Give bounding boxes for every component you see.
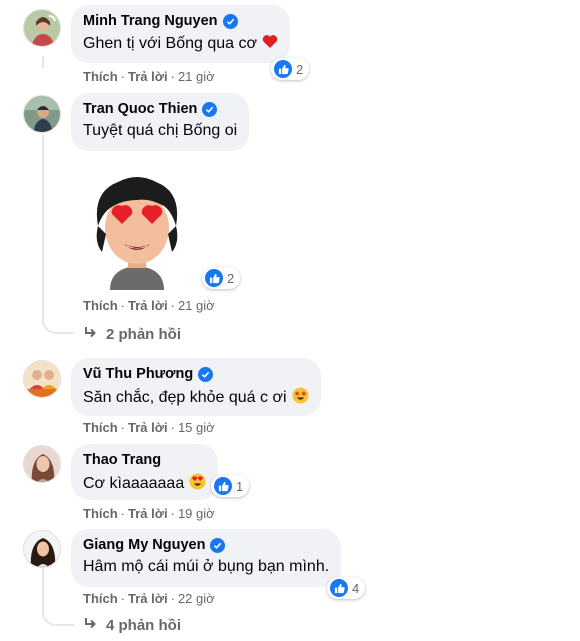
thread-connector: [42, 568, 74, 626]
reaction-number: 2: [227, 270, 235, 286]
like-link[interactable]: Thích: [83, 69, 118, 84]
comment-text: Tuyệt quá chị Bống oi: [83, 122, 238, 139]
reply-arrow-icon: [84, 617, 98, 634]
avatar[interactable]: [23, 445, 61, 483]
verified-badge-icon: [198, 366, 214, 382]
comment-text: Cơ kìaaaaaaa: [83, 475, 185, 492]
comment-bubble: Vũ Thu Phương Săn chắc, đẹp khỏe quá c ơ…: [71, 358, 321, 416]
avatar[interactable]: [23, 9, 61, 47]
reply-link[interactable]: Trả lời: [128, 69, 168, 84]
like-reaction-icon: [330, 579, 348, 597]
timestamp[interactable]: 21 giờ: [178, 298, 215, 313]
commenter-name[interactable]: Giang My Nguyen: [83, 537, 205, 553]
replies-count: 2 phản hồi: [106, 326, 181, 343]
comment-text: Ghen tị với Bống qua cơ: [83, 35, 257, 52]
reply-arrow-icon: [84, 326, 98, 343]
comment-actions: Thích · Trả lời · 22 giờ: [83, 591, 215, 606]
timestamp[interactable]: 19 giờ: [178, 506, 215, 521]
comment-text: Hâm mộ cái múi ở bụng bạn mình.: [83, 558, 330, 575]
star-struck-icon: [291, 387, 309, 409]
commenter-name[interactable]: Minh Trang Nguyen: [83, 13, 218, 29]
heart-eyes-icon: [189, 473, 206, 495]
view-replies-button[interactable]: 4 phản hồi: [84, 617, 181, 634]
heart-eyes-memoji-sticker[interactable]: [88, 172, 186, 295]
view-replies-button[interactable]: 2 phản hồi: [84, 326, 181, 343]
reply-link[interactable]: Trả lời: [128, 506, 168, 521]
timestamp[interactable]: 15 giờ: [178, 420, 215, 435]
commenter-name[interactable]: Tran Quoc Thien: [83, 101, 197, 117]
verified-badge-icon: [210, 537, 226, 553]
reply-link[interactable]: Trả lời: [128, 420, 168, 435]
like-link[interactable]: Thích: [83, 420, 118, 435]
verified-badge-icon: [202, 101, 218, 117]
thread-line: [42, 56, 44, 68]
reaction-count[interactable]: 1: [211, 475, 250, 497]
timestamp[interactable]: 21 giờ: [178, 69, 215, 84]
comment-actions: Thích · Trả lời · 21 giờ: [83, 298, 215, 313]
red-heart-icon: [262, 34, 278, 54]
like-reaction-icon: [214, 477, 232, 495]
reaction-number: 1: [236, 478, 244, 494]
comment-bubble: Minh Trang Nguyen Ghen tị với Bống qua c…: [71, 5, 290, 63]
avatar[interactable]: [23, 530, 61, 568]
reaction-number: 4: [352, 580, 360, 596]
comment-bubble: Thao Trang Cơ kìaaaaaaa: [71, 444, 219, 500]
thread-line: [42, 134, 44, 284]
verified-badge-icon: [222, 13, 238, 29]
like-link[interactable]: Thích: [83, 591, 118, 606]
comment-actions: Thích · Trả lời · 15 giờ: [83, 420, 215, 435]
comment-bubble: Tran Quoc Thien Tuyệt quá chị Bống oi: [71, 93, 250, 151]
commenter-name[interactable]: Thao Trang: [83, 452, 161, 468]
like-reaction-icon: [205, 269, 223, 287]
timestamp[interactable]: 22 giờ: [178, 591, 215, 606]
avatar[interactable]: [23, 95, 61, 133]
like-link[interactable]: Thích: [83, 506, 118, 521]
reaction-number: 2: [296, 61, 304, 77]
like-reaction-icon: [274, 60, 292, 78]
comment-text: Săn chắc, đẹp khỏe quá c ơi: [83, 389, 287, 406]
thread-connector: [42, 282, 74, 334]
avatar[interactable]: [23, 360, 61, 398]
reaction-count[interactable]: 2: [271, 58, 310, 80]
replies-count: 4 phản hồi: [106, 617, 181, 634]
reply-link[interactable]: Trả lời: [128, 591, 168, 606]
commenter-name[interactable]: Vũ Thu Phương: [83, 366, 193, 382]
comment-actions: Thích · Trả lời · 19 giờ: [83, 506, 215, 521]
comment-actions: Thích · Trả lời · 21 giờ: [83, 69, 215, 84]
reaction-count[interactable]: 4: [327, 577, 366, 599]
reply-link[interactable]: Trả lời: [128, 298, 168, 313]
reaction-count[interactable]: 2: [202, 267, 241, 289]
like-link[interactable]: Thích: [83, 298, 118, 313]
comment-bubble: Giang My Nguyen Hâm mộ cái múi ở bụng bạ…: [71, 529, 342, 587]
